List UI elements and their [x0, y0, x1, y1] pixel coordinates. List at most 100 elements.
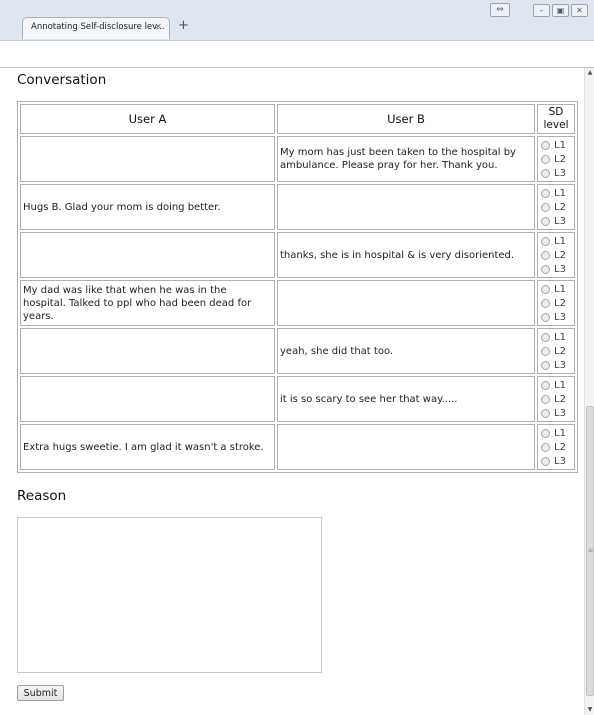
- browser-tab[interactable]: Annotating Self-disclosure lev... ×: [22, 17, 170, 39]
- browser-chrome: Annotating Self-disclosure lev... × + ⇔ …: [0, 0, 594, 68]
- table-header-row: User A User B SD level: [20, 104, 575, 134]
- sd-level-label: L3: [554, 215, 566, 227]
- table-row: Extra hugs sweetie. I am glad it wasn't …: [20, 424, 575, 470]
- header-user-b: User B: [277, 104, 535, 134]
- sd-level-label: L1: [554, 331, 566, 343]
- sd-level-option[interactable]: L3: [541, 262, 574, 276]
- sd-level-label: L2: [554, 297, 566, 309]
- user-a-message: Hugs B. Glad your mom is doing better.: [20, 184, 275, 230]
- sd-level-label: L1: [554, 427, 566, 439]
- radio-button[interactable]: [541, 380, 550, 390]
- sd-level-option[interactable]: L1: [541, 234, 574, 248]
- user-b-message: thanks, she is in hospital & is very dis…: [277, 232, 535, 278]
- table-row: yeah, she did that too. L1 L2 L3: [20, 328, 575, 374]
- sd-level-label: L3: [554, 359, 566, 371]
- user-b-message: My mom has just been taken to the hospit…: [277, 136, 535, 182]
- radio-button[interactable]: [541, 346, 550, 356]
- scroll-up-icon[interactable]: ▲: [585, 68, 594, 78]
- tab-title: Annotating Self-disclosure lev...: [31, 22, 165, 32]
- radio-button[interactable]: [541, 332, 550, 342]
- user-a-message: [20, 232, 275, 278]
- table-row: My dad was like that when he was in the …: [20, 280, 575, 326]
- radio-button[interactable]: [541, 298, 550, 308]
- user-b-message: yeah, she did that too.: [277, 328, 535, 374]
- sd-level-option[interactable]: L3: [541, 406, 574, 420]
- scroll-down-icon[interactable]: ▼: [585, 705, 594, 715]
- table-row: Hugs B. Glad your mom is doing better. L1…: [20, 184, 575, 230]
- radio-button[interactable]: [541, 360, 550, 370]
- conversation-table: User A User B SD level My mom has just b…: [17, 101, 578, 473]
- sd-level-option[interactable]: L2: [541, 200, 574, 214]
- scrollbar-thumb[interactable]: ≡: [586, 406, 594, 696]
- user-b-message: [277, 280, 535, 326]
- sd-level-label: L2: [554, 153, 566, 165]
- sd-level-label: L3: [554, 167, 566, 179]
- radio-button[interactable]: [541, 236, 550, 246]
- table-row: thanks, she is in hospital & is very dis…: [20, 232, 575, 278]
- radio-button[interactable]: [541, 408, 550, 418]
- sd-level-label: L1: [554, 235, 566, 247]
- user-a-message: My dad was like that when he was in the …: [20, 280, 275, 326]
- sd-level-option[interactable]: L3: [541, 166, 574, 180]
- radio-button[interactable]: [541, 202, 550, 212]
- sd-level-option[interactable]: L3: [541, 454, 574, 468]
- scrollbar[interactable]: ▲ ≡ ▼: [584, 68, 594, 715]
- radio-button[interactable]: [541, 154, 550, 164]
- new-tab-button[interactable]: +: [178, 18, 189, 33]
- sd-level-cell: L1 L2 L3: [537, 136, 575, 182]
- sd-level-option[interactable]: L3: [541, 214, 574, 228]
- sd-level-label: L2: [554, 249, 566, 261]
- radio-button[interactable]: [541, 394, 550, 404]
- sd-level-label: L2: [554, 441, 566, 453]
- sd-level-option[interactable]: L2: [541, 440, 574, 454]
- window-close-icon[interactable]: ✕: [571, 4, 588, 17]
- sd-level-label: L2: [554, 393, 566, 405]
- radio-button[interactable]: [541, 442, 550, 452]
- sd-level-option[interactable]: L2: [541, 392, 574, 406]
- sd-level-option[interactable]: L1: [541, 330, 574, 344]
- sd-level-label: L1: [554, 379, 566, 391]
- address-bar[interactable]: [0, 40, 594, 67]
- radio-button[interactable]: [541, 428, 550, 438]
- sd-level-label: L2: [554, 201, 566, 213]
- sd-level-option[interactable]: L1: [541, 282, 574, 296]
- sd-level-label: L3: [554, 455, 566, 467]
- user-b-message: [277, 184, 535, 230]
- sd-level-option[interactable]: L2: [541, 152, 574, 166]
- sd-level-option[interactable]: L2: [541, 296, 574, 310]
- sd-level-cell: L1 L2 L3: [537, 232, 575, 278]
- radio-button[interactable]: [541, 168, 550, 178]
- sd-level-option[interactable]: L1: [541, 138, 574, 152]
- close-icon[interactable]: ×: [154, 22, 162, 32]
- sd-level-label: L1: [554, 187, 566, 199]
- radio-button[interactable]: [541, 284, 550, 294]
- page-content: Conversation User A User B SD level My m…: [0, 68, 584, 715]
- sd-level-option[interactable]: L1: [541, 186, 574, 200]
- sd-level-label: L1: [554, 139, 566, 151]
- sd-level-option[interactable]: L1: [541, 378, 574, 392]
- sd-level-option[interactable]: L3: [541, 310, 574, 324]
- user-b-message: [277, 424, 535, 470]
- minimize-icon[interactable]: –: [533, 4, 550, 17]
- radio-button[interactable]: [541, 140, 550, 150]
- restore-icon[interactable]: ⇔: [490, 3, 510, 17]
- radio-button[interactable]: [541, 312, 550, 322]
- conversation-heading: Conversation: [17, 72, 107, 88]
- sd-level-label: L3: [554, 263, 566, 275]
- radio-button[interactable]: [541, 216, 550, 226]
- sd-level-option[interactable]: L2: [541, 248, 574, 262]
- sd-level-option[interactable]: L2: [541, 344, 574, 358]
- sd-level-option[interactable]: L1: [541, 426, 574, 440]
- radio-button[interactable]: [541, 456, 550, 466]
- sd-level-label: L3: [554, 407, 566, 419]
- user-a-message: [20, 328, 275, 374]
- sd-level-option[interactable]: L3: [541, 358, 574, 372]
- table-row: My mom has just been taken to the hospit…: [20, 136, 575, 182]
- radio-button[interactable]: [541, 264, 550, 274]
- radio-button[interactable]: [541, 250, 550, 260]
- reason-textarea[interactable]: [17, 517, 322, 673]
- maximize-icon[interactable]: ▣: [552, 4, 569, 17]
- grip-icon: ≡: [588, 547, 594, 554]
- radio-button[interactable]: [541, 188, 550, 198]
- submit-button[interactable]: Submit: [17, 685, 64, 701]
